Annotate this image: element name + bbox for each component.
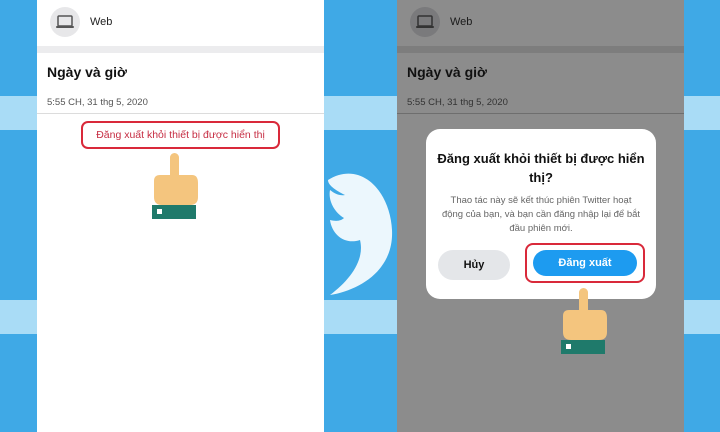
confirm-button-highlight: Đăng xuất	[525, 243, 645, 283]
left-phone-screen: Web Ngày và giờ 5:55 CH, 31 thg 5, 2020 …	[37, 0, 324, 432]
divider	[37, 113, 324, 114]
device-label: Web	[450, 16, 473, 28]
device-row[interactable]: Web	[37, 0, 324, 46]
device-label: Web	[90, 16, 113, 28]
laptop-icon	[50, 7, 80, 37]
pointing-hand-icon	[561, 288, 607, 354]
logout-link-highlight[interactable]: Đăng xuất khỏi thiết bị được hiển thị	[81, 121, 280, 149]
divider	[397, 113, 684, 114]
pointing-hand-icon	[152, 153, 198, 219]
right-phone-screen: Web Ngày và giờ 5:55 CH, 31 thg 5, 2020 …	[397, 0, 684, 432]
dialog-message: Thao tác này sẽ kết thúc phiên Twitter h…	[441, 195, 641, 234]
section-separator	[37, 46, 324, 53]
dialog-title: Đăng xuất khỏi thiết bị được hiển thị?	[437, 151, 645, 185]
logout-button[interactable]: Đăng xuất	[533, 250, 637, 276]
device-row: Web	[397, 0, 684, 46]
timestamp: 5:55 CH, 31 thg 5, 2020	[47, 97, 148, 108]
laptop-icon	[410, 7, 440, 37]
section-title: Ngày và giờ	[47, 64, 127, 80]
section-separator	[397, 46, 684, 53]
logout-link[interactable]: Đăng xuất khỏi thiết bị được hiển thị	[83, 123, 278, 147]
section-title: Ngày và giờ	[407, 64, 487, 80]
cancel-button[interactable]: Hủy	[438, 250, 510, 280]
logout-confirm-dialog: Đăng xuất khỏi thiết bị được hiển thị? T…	[426, 129, 656, 299]
timestamp: 5:55 CH, 31 thg 5, 2020	[407, 97, 508, 108]
twitter-bird-icon	[328, 173, 393, 295]
